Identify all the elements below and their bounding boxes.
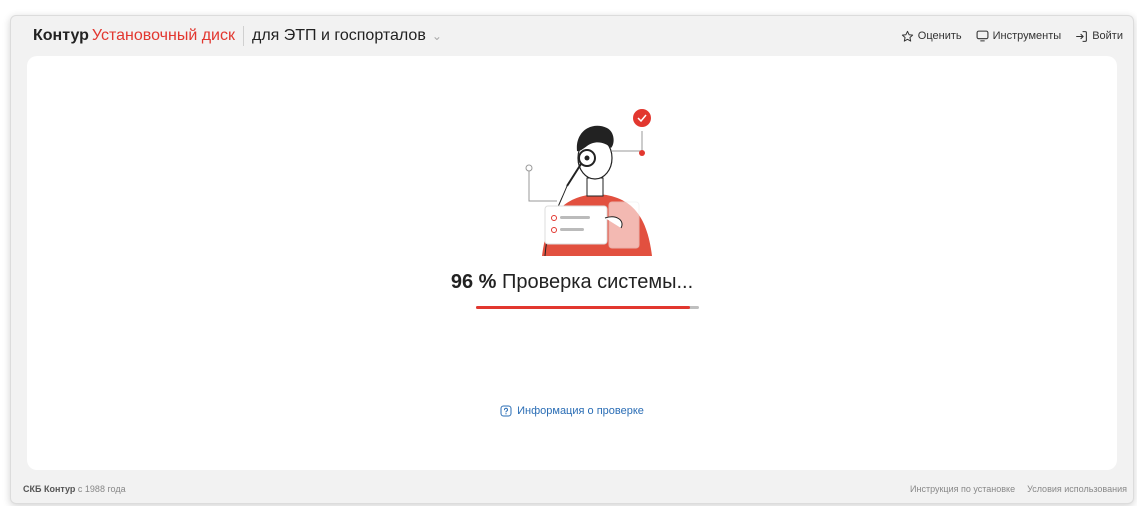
- check-info-label: Информация о проверке: [517, 405, 644, 417]
- rate-label: Оценить: [917, 30, 962, 42]
- system-check-illustration: [525, 109, 652, 256]
- brand[interactable]: Контур Установочный диск для ЭТП и госпо…: [33, 26, 442, 46]
- progress-bar: [476, 306, 699, 309]
- help-icon: [500, 405, 512, 417]
- progress-status: 96 % Проверка системы...: [27, 271, 1117, 294]
- header-actions: Оценить Инструменты Войти: [901, 30, 1123, 43]
- app-window: Контур Установочный диск для ЭТП и госпо…: [10, 15, 1134, 504]
- terms-link[interactable]: Условия использования: [1027, 484, 1127, 494]
- footer-links: Инструкция по установке Условия использо…: [910, 484, 1127, 494]
- login-label: Войти: [1092, 30, 1123, 42]
- progress-status-text: Проверка системы...: [501, 271, 694, 293]
- context-selector-label[interactable]: для ЭТП и госпорталов: [252, 27, 426, 45]
- login-icon: [1076, 30, 1088, 42]
- footer-copyright: СКБ Контур с 1988 года: [23, 484, 126, 494]
- brand-product: Установочный диск: [91, 27, 235, 44]
- login-button[interactable]: Войти: [1075, 30, 1123, 43]
- main-panel: 96 % Проверка системы... Информация о пр…: [27, 56, 1117, 470]
- footer: СКБ Контур с 1988 года Инструкция по уст…: [23, 484, 1127, 494]
- chevron-down-icon[interactable]: ⌄: [432, 29, 442, 43]
- install-guide-link[interactable]: Инструкция по установке: [910, 484, 1015, 494]
- rate-button[interactable]: Оценить: [901, 30, 962, 43]
- tools-button[interactable]: Инструменты: [976, 30, 1062, 42]
- progress-percent: 96 %: [450, 271, 497, 293]
- monitor-icon: [976, 30, 989, 42]
- brand-company: Контур: [33, 27, 89, 44]
- tools-label: Инструменты: [992, 30, 1062, 42]
- progress-bar-fill: [476, 306, 691, 309]
- star-icon: [901, 30, 913, 42]
- header: Контур Установочный диск для ЭТП и госпо…: [11, 16, 1133, 56]
- footer-since: с 1988 года: [77, 484, 126, 494]
- brand-divider: [242, 26, 244, 46]
- check-info-link[interactable]: Информация о проверке: [27, 405, 1117, 417]
- footer-company: СКБ Контур: [23, 484, 76, 494]
